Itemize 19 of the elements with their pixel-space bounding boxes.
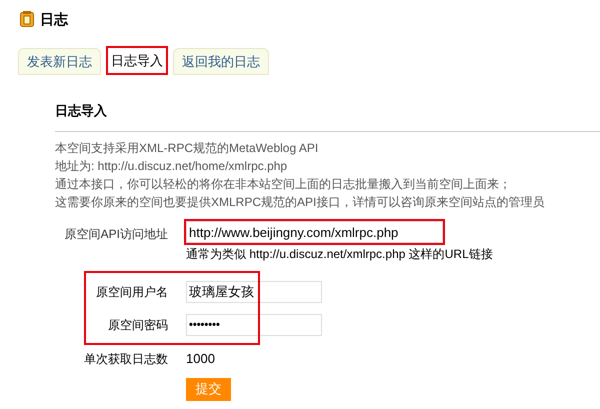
password-field[interactable]: •••••••• [186,314,322,336]
username-field[interactable]: 玻璃屋女孩 [186,280,322,302]
page-title: 日志 [40,10,68,28]
field-label: 原空间用户名 [96,284,168,298]
intro-text: 这需要你原来的空间也要提供XMLRPC规范的API接口，详情可以咨询原来空间站点的管理员 [55,194,546,211]
field-label: 单次获取日志数 [84,352,168,366]
hint-text: 通常为类似 http://u.discuz.net/xmlrpc.php 这样的URL链接 [186,246,493,263]
tab[interactable]: 日志导入 [106,46,168,75]
intro-text: 本空间支持采用XML-RPC规范的MetaWeblog API [55,140,320,157]
tab[interactable]: 返回我的日志 [173,48,269,75]
field-label: 原空间密码 [108,318,168,332]
intro-text: 地址为: http://u.discuz.net/home/xmlrpc.php [55,158,288,175]
field-label: 原空间API访问地址 [64,227,168,241]
count-value: 1000 [186,350,215,368]
intro-text: 通过本接口，你可以轻松的将你在非本站空间上面的日志批量搬入到当前空间上面来； [55,176,512,193]
url-field[interactable]: http://www.beijingny.com/xmlrpc.php [186,221,443,243]
tab[interactable]: 发表新日志 [18,48,101,75]
blog-icon [20,11,34,27]
section-title: 日志导入 [55,102,108,119]
